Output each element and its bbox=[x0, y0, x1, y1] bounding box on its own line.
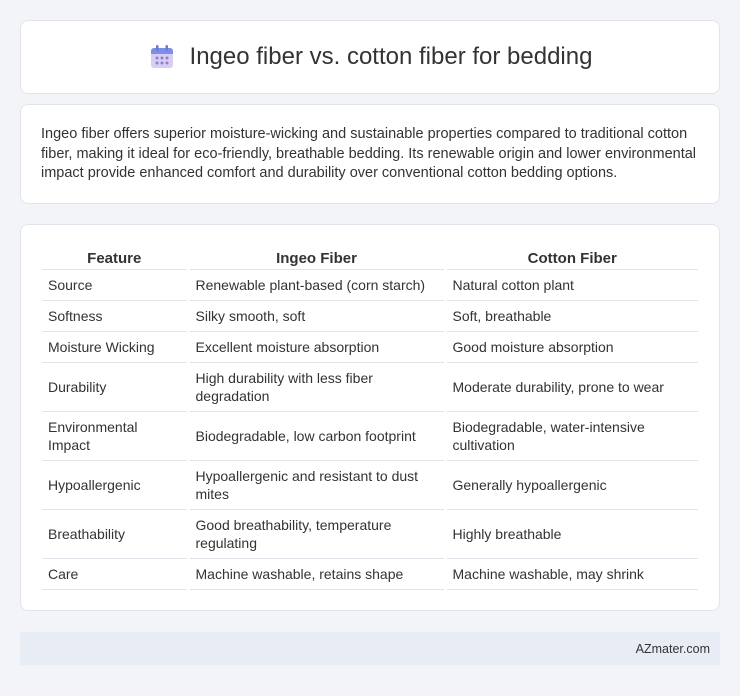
feature-cell: Source bbox=[42, 269, 188, 301]
feature-cell: Breathability bbox=[42, 509, 188, 559]
cotton-cell: Generally hypoallergenic bbox=[443, 460, 698, 510]
cotton-cell: Good moisture absorption bbox=[443, 331, 698, 363]
table-row: Moisture Wicking Excellent moisture abso… bbox=[42, 331, 698, 363]
ingeo-cell: Machine washable, retains shape bbox=[186, 558, 445, 590]
footer: AZmater.com bbox=[20, 632, 720, 665]
table-row: Care Machine washable, retains shape Mac… bbox=[42, 558, 698, 590]
column-header-feature: Feature bbox=[42, 247, 188, 270]
page-title: Ingeo fiber vs. cotton fiber for bedding bbox=[189, 43, 593, 70]
feature-cell: Environmental Impact bbox=[42, 411, 188, 461]
table-row: Durability High durability with less fib… bbox=[42, 362, 698, 412]
ingeo-cell: Hypoallergenic and resistant to dust mit… bbox=[186, 460, 445, 510]
ingeo-cell: Excellent moisture absorption bbox=[186, 331, 445, 363]
feature-cell: Care bbox=[42, 558, 188, 590]
title-card: Ingeo fiber vs. cotton fiber for bedding bbox=[20, 20, 720, 94]
ingeo-cell: Silky smooth, soft bbox=[186, 300, 445, 332]
table-row: Source Renewable plant-based (corn starc… bbox=[42, 269, 698, 301]
comparison-table: Feature Ingeo Fiber Cotton Fiber Source … bbox=[42, 247, 698, 590]
table-row: Environmental Impact Biodegradable, low … bbox=[42, 411, 698, 461]
cotton-cell: Highly breathable bbox=[443, 509, 698, 559]
feature-cell: Moisture Wicking bbox=[42, 331, 188, 363]
feature-cell: Softness bbox=[42, 300, 188, 332]
cotton-cell: Machine washable, may shrink bbox=[443, 558, 698, 590]
feature-cell: Durability bbox=[42, 362, 188, 412]
calendar-icon bbox=[148, 43, 176, 71]
feature-cell: Hypoallergenic bbox=[42, 460, 188, 510]
footer-brand[interactable]: AZmater.com bbox=[636, 642, 710, 656]
ingeo-cell: Renewable plant-based (corn starch) bbox=[186, 269, 445, 301]
table-header-row: Feature Ingeo Fiber Cotton Fiber bbox=[42, 247, 698, 270]
column-header-ingeo: Ingeo Fiber bbox=[186, 247, 445, 270]
ingeo-cell: Biodegradable, low carbon footprint bbox=[186, 411, 445, 461]
table-row: Hypoallergenic Hypoallergenic and resist… bbox=[42, 460, 698, 510]
ingeo-cell: High durability with less fiber degradat… bbox=[186, 362, 445, 412]
cotton-cell: Soft, breathable bbox=[443, 300, 698, 332]
comparison-table-card: Feature Ingeo Fiber Cotton Fiber Source … bbox=[20, 224, 720, 611]
intro-card: Ingeo fiber offers superior moisture-wic… bbox=[20, 104, 720, 204]
cotton-cell: Natural cotton plant bbox=[443, 269, 698, 301]
column-header-cotton: Cotton Fiber bbox=[443, 247, 698, 270]
ingeo-cell: Good breathability, temperature regulati… bbox=[186, 509, 445, 559]
cotton-cell: Biodegradable, water-intensive cultivati… bbox=[443, 411, 698, 461]
cotton-cell: Moderate durability, prone to wear bbox=[443, 362, 698, 412]
intro-text: Ingeo fiber offers superior moisture-wic… bbox=[41, 126, 697, 181]
table-row: Softness Silky smooth, soft Soft, breath… bbox=[42, 300, 698, 332]
table-row: Breathability Good breathability, temper… bbox=[42, 509, 698, 559]
